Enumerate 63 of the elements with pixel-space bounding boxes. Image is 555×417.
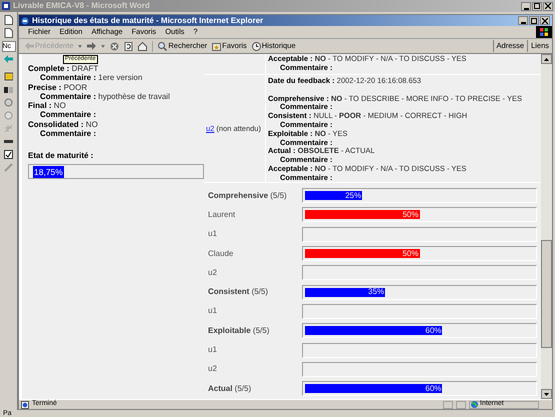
comment-line: Commentaire : hypothèse de travail [39, 92, 171, 102]
star-folder-icon [212, 42, 222, 50]
stop-icon[interactable] [110, 42, 120, 50]
criterion-line: Consolidated : NO [28, 120, 99, 130]
progress-fill: 50% [305, 249, 420, 258]
maturity-field: 18,75% [28, 164, 204, 180]
progress-fill: 60% [305, 326, 442, 336]
restore-icon [534, 3, 540, 9]
bar-label: u2 [207, 363, 218, 376]
window-title: Historique des états de maturité - Microsoft Internet Explorer [32, 14, 264, 26]
bar-label: u1 [207, 344, 218, 356]
criterion-line: Complete : DRAFT [28, 64, 100, 74]
globe-icon [471, 401, 478, 408]
scroll-up-icon [544, 58, 549, 60]
close-icon [542, 18, 548, 24]
comment-line: Commentaire : 1ere version [39, 73, 144, 83]
scroll-down-button[interactable] [541, 389, 552, 399]
progress-fill: 35% [305, 288, 386, 297]
progress-fill: 25% [305, 191, 362, 200]
maximize-button[interactable] [529, 16, 539, 25]
criterion-line: Precise : POOR [28, 82, 88, 92]
bar-label: Exploitable (5/5) [207, 324, 270, 337]
checkbox-icon[interactable] [4, 150, 13, 159]
progress-fill: 50% [305, 210, 420, 220]
close-icon [545, 3, 551, 9]
comment-line: Commentaire : [39, 129, 98, 138]
line-style-icon[interactable] [4, 137, 13, 146]
minimize-icon [520, 22, 526, 24]
bar-label: u1 [207, 228, 218, 240]
dropdown-arrow-icon[interactable] [101, 44, 106, 48]
minimize-icon [524, 8, 528, 10]
picture-icon[interactable] [4, 72, 13, 81]
minimize-button[interactable] [521, 2, 531, 10]
back-arrow-icon [25, 42, 34, 50]
close-button[interactable] [543, 2, 553, 10]
bar-label: u2 [207, 266, 218, 279]
progress-fill: 60% [305, 384, 442, 394]
bar-label: Actual (5/5) [207, 382, 252, 395]
scroll-up-button[interactable] [541, 54, 552, 64]
maximize-icon [531, 18, 537, 24]
scroll-thumb[interactable] [541, 240, 552, 348]
close-button[interactable] [540, 16, 550, 25]
criterion-line: Final : NO [28, 101, 67, 110]
browser-icon [21, 16, 29, 24]
minimize-button[interactable] [518, 16, 528, 25]
forward-arrow-icon[interactable] [87, 42, 96, 50]
bar-label: Consistent (5/5) [207, 286, 270, 298]
scroll-down-icon [544, 392, 549, 396]
window-title: Livrable EMICA-V8 - Microsoft Word [13, 0, 151, 12]
refresh-icon[interactable] [124, 42, 134, 50]
bar-label: Laurent [207, 208, 236, 221]
search-icon [158, 42, 168, 50]
dropdown-arrow-icon[interactable] [78, 44, 82, 48]
bar-label: u1 [207, 305, 218, 318]
home-icon[interactable] [138, 42, 148, 50]
contrast-icon[interactable] [4, 85, 13, 94]
bar-label: Claude [207, 248, 234, 260]
windows-logo-icon [536, 26, 552, 38]
restore-button[interactable] [532, 2, 542, 10]
comment-line: Commentaire : [39, 110, 98, 120]
bar-label: Comprehensive (5/5) [207, 190, 288, 202]
clock-icon [252, 42, 261, 50]
maturity-label: Etat de maturité : [28, 150, 94, 162]
